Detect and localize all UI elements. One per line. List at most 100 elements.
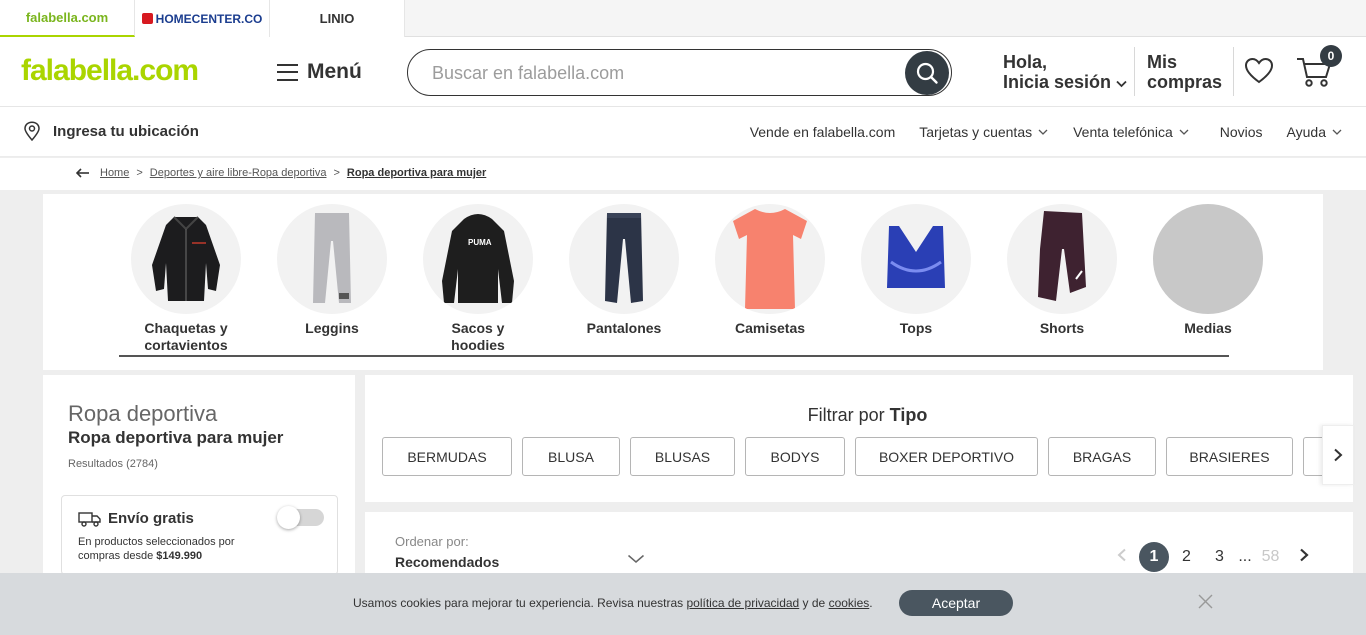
category-label: Camisetas — [734, 320, 806, 336]
brand-bar: falabella.com HOMECENTER.CO LINIO — [0, 0, 1366, 37]
category-item-sacos[interactable]: PUMA Sacos y hoodies — [423, 204, 533, 354]
pagination: 1 2 3 ... 58 — [1105, 542, 1320, 572]
leggings-image — [277, 204, 387, 314]
nav-link-label: Ayuda — [1286, 124, 1326, 140]
category-label: Tops — [899, 320, 933, 336]
close-icon — [1198, 594, 1213, 609]
cookie-text: . — [869, 596, 873, 610]
breadcrumb: Home > Deportes y aire libre-Ropa deport… — [0, 158, 1366, 190]
sort-dropdown[interactable]: Recomendados — [395, 554, 499, 570]
filter-chip-blusas[interactable]: BLUSAS — [630, 437, 735, 476]
filter-panel: Filtrar por Tipo BERMUDAS BLUSA BLUSAS B… — [365, 375, 1353, 502]
category-item-shorts[interactable]: Shorts — [1007, 204, 1117, 337]
chevron-down-icon[interactable] — [627, 554, 645, 564]
hoodie-image: PUMA — [423, 204, 533, 314]
nav-link-novios[interactable]: Novios — [1220, 124, 1263, 140]
filter-chip-blusa[interactable]: BLUSA — [522, 437, 620, 476]
nav-link-vende[interactable]: Vende en falabella.com — [750, 124, 896, 140]
search-input[interactable] — [432, 60, 892, 86]
close-cookie-button[interactable] — [1198, 594, 1213, 614]
chevron-down-icon — [1179, 129, 1189, 135]
category-label: Shorts — [1039, 320, 1085, 336]
socks-placeholder — [1153, 204, 1263, 314]
pagination-prev[interactable] — [1105, 548, 1138, 567]
hamburger-icon — [277, 63, 298, 81]
pagination-page-last[interactable]: 58 — [1254, 548, 1287, 566]
nav-link-label: Vende en falabella.com — [749, 124, 896, 140]
accept-cookies-button[interactable]: Aceptar — [899, 590, 1013, 616]
filter-chip-bodys[interactable]: BODYS — [745, 437, 845, 476]
login-button[interactable]: Hola, Inicia sesión — [1003, 52, 1127, 92]
brand-tab-label: LINIO — [319, 11, 355, 26]
pagination-page-current[interactable]: 1 — [1139, 542, 1169, 572]
category-label: Leggins — [305, 320, 359, 336]
falabella-logo[interactable]: falabella.com — [21, 54, 199, 88]
category-item-pantalones[interactable]: Pantalones — [569, 204, 679, 337]
filter-chip-brasieres[interactable]: BRASIERES — [1166, 437, 1293, 476]
breadcrumb-deportes[interactable]: Deportes y aire libre-Ropa deportiva — [150, 167, 327, 179]
chevron-left-icon — [1117, 548, 1126, 561]
nav-link-label: Tarjetas y cuentas — [919, 124, 1033, 140]
sort-pagination-bar: Ordenar por: Recomendados 1 2 3 ... 58 — [365, 512, 1353, 582]
pagination-page[interactable]: 3 — [1203, 548, 1236, 566]
cookies-link[interactable]: cookies — [829, 596, 870, 610]
chevron-right-icon — [1334, 448, 1343, 462]
breadcrumb-current[interactable]: Ropa deportiva para mujer — [347, 167, 486, 179]
privacy-policy-link[interactable]: política de privacidad — [686, 596, 799, 610]
wishlist-button[interactable] — [1244, 57, 1274, 89]
brand-tab-label: falabella.com — [25, 10, 109, 25]
filter-title: Filtrar por Tipo — [365, 405, 1366, 426]
sports-bra-image — [861, 204, 971, 314]
filter-chips: BERMUDAS BLUSA BLUSAS BODYS BOXER DEPORT… — [382, 437, 1322, 477]
brand-tab-falabella[interactable]: falabella.com — [0, 0, 135, 37]
arrow-left-icon[interactable] — [76, 168, 90, 178]
shorts-image — [1007, 204, 1117, 314]
pagination-page[interactable]: 2 — [1170, 548, 1203, 566]
category-item-chaquetas[interactable]: Chaquetas y cortavientos — [131, 204, 241, 354]
category-item-leggins[interactable]: Leggins — [277, 204, 387, 337]
cookie-banner: Usamos cookies para mejorar tu experienc… — [0, 573, 1366, 635]
results-count: Resultados (2784) — [68, 458, 158, 470]
pagination-next[interactable] — [1287, 548, 1320, 567]
category-label: Pantalones — [586, 320, 662, 336]
subcategory-title: Ropa deportiva para mujer — [68, 428, 284, 447]
mis-compras-link[interactable]: Mis compras — [1147, 52, 1222, 92]
category-item-tops[interactable]: Tops — [861, 204, 971, 337]
category-label: Medias — [1184, 320, 1232, 336]
filter-chip-bermudas[interactable]: BERMUDAS — [382, 437, 512, 476]
free-shipping-toggle[interactable] — [277, 506, 324, 529]
location-selector[interactable]: Ingresa tu ubicación — [23, 121, 199, 141]
filter-next-button[interactable] — [1322, 425, 1354, 485]
brand-tab-linio[interactable]: LINIO — [270, 0, 405, 37]
tshirt-image — [715, 204, 825, 314]
category-item-camisetas[interactable]: Camisetas — [715, 204, 825, 337]
jacket-image — [131, 204, 241, 314]
nav-link-label: Novios — [1219, 124, 1263, 140]
chevron-down-icon — [1038, 129, 1048, 135]
free-shipping-filter: Envío gratis En productos seleccionados … — [61, 495, 338, 575]
login-label-row: Inicia sesión — [1003, 72, 1127, 92]
cookie-text: Usamos cookies para mejorar tu experienc… — [353, 596, 687, 610]
free-shipping-amount: $149.990 — [156, 550, 203, 562]
search-button[interactable] — [905, 51, 949, 95]
cookie-text: y de — [799, 596, 829, 610]
nav-link-venta-telefonica[interactable]: Venta telefónica — [1073, 124, 1190, 140]
menu-label: Menú — [307, 60, 362, 83]
nav-link-tarjetas[interactable]: Tarjetas y cuentas — [919, 124, 1049, 140]
category-item-medias[interactable]: Medias — [1153, 204, 1263, 337]
breadcrumb-home[interactable]: Home — [100, 167, 129, 179]
cart-count-badge: 0 — [1320, 45, 1342, 67]
nav-link-ayuda[interactable]: Ayuda — [1287, 124, 1343, 140]
filter-title-type: Tipo — [889, 405, 928, 425]
header: falabella.com Menú Hola, Inicia sesión M… — [0, 37, 1366, 107]
category-title: Ropa deportiva — [68, 401, 218, 426]
menu-button[interactable]: Menú — [277, 60, 362, 84]
filter-chip-partial — [1303, 437, 1322, 476]
homecenter-logo-icon — [141, 13, 153, 24]
brand-tab-homecenter[interactable]: HOMECENTER.CO — [135, 0, 270, 37]
search-bar — [407, 49, 952, 96]
filter-chip-bragas[interactable]: BRAGAS — [1048, 437, 1156, 476]
carousel-scroll-track[interactable] — [119, 355, 1229, 357]
nav-links: Vende en falabella.com Tarjetas y cuenta… — [726, 124, 1343, 140]
filter-chip-boxer-deportivo[interactable]: BOXER DEPORTIVO — [855, 437, 1038, 476]
